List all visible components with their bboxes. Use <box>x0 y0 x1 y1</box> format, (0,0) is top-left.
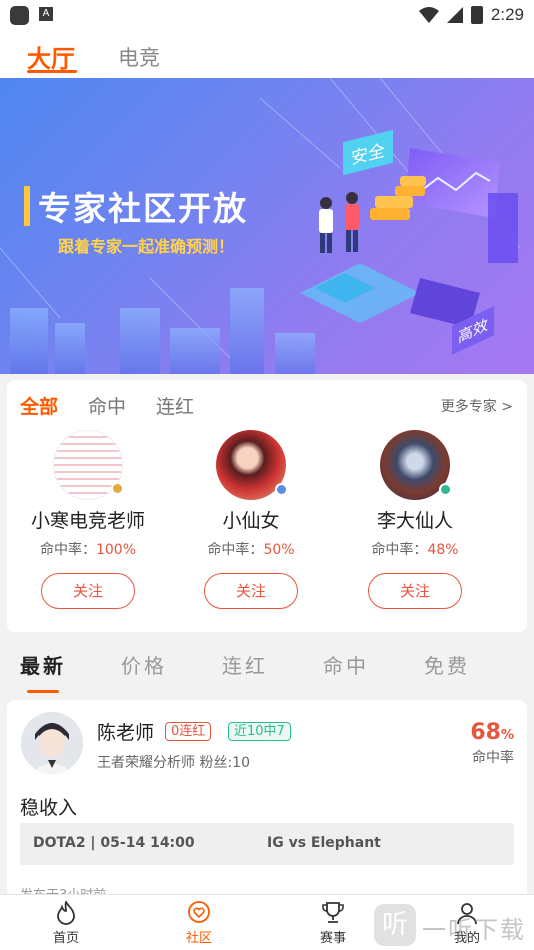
experts-tab-streak[interactable]: 连红 <box>156 392 194 419</box>
recent-record-badge: 近10中7 <box>228 722 291 741</box>
prediction-card[interactable]: 陈老师 0连红 近10中7 王者荣耀分析师 粉丝:10 68% 命中率 稳收入 … <box>7 700 527 900</box>
medal-icon <box>275 483 288 496</box>
nav-home[interactable]: 首页 <box>31 901 101 946</box>
match-league-time: DOTA2 | 05-14 14:00 <box>33 835 195 851</box>
promo-banner[interactable]: 专家社区开放 跟着专家一起准确预测！ 安全 高效 <box>0 78 534 374</box>
flame-icon <box>57 901 75 925</box>
watermark: 听 一听下载 <box>372 900 534 950</box>
expert-hit-rate: 命中率：50% <box>171 539 331 559</box>
nav-home-label: 首页 <box>52 931 79 946</box>
expert-card[interactable]: 小仙女 命中率：50% 关注 <box>171 430 331 609</box>
top-nav: 大厅 电竞 <box>0 30 534 78</box>
tab-streak[interactable]: 连红 <box>222 650 268 679</box>
avatar[interactable] <box>21 712 83 774</box>
avatar[interactable] <box>53 430 124 500</box>
hit-rate: 68% 命中率 <box>470 720 514 767</box>
battery-icon <box>470 6 483 24</box>
follow-button[interactable]: 关注 <box>368 573 462 609</box>
match-teams: IG vs Elephant <box>267 835 381 851</box>
follow-button[interactable]: 关注 <box>41 573 135 609</box>
tab-lobby[interactable]: 大厅 <box>27 39 75 74</box>
author-meta: 王者荣耀分析师 粉丝:10 <box>97 755 250 771</box>
expert-name: 小寒电竞老师 <box>30 510 145 532</box>
expert-name: 李大仙人 <box>376 510 453 532</box>
hit-rate-value: 50% <box>263 542 295 558</box>
watermark-text: 一听下载 <box>422 916 526 944</box>
tab-hit[interactable]: 命中 <box>323 650 369 679</box>
expert-hit-rate: 命中率：100% <box>8 539 168 559</box>
tab-latest[interactable]: 最新 <box>20 650 66 679</box>
author-name[interactable]: 陈老师 <box>97 718 154 745</box>
post-title: 稳收入 <box>20 797 78 819</box>
signal-icon <box>446 7 463 23</box>
avatar[interactable] <box>216 430 288 500</box>
medal-icon <box>111 482 124 495</box>
tab-active-indicator <box>27 70 77 73</box>
app-notification-icon <box>10 6 29 25</box>
watermark-logo: 听 <box>374 904 416 946</box>
more-experts-link[interactable]: 更多专家 > <box>441 396 513 416</box>
nav-community-label: 社区 <box>185 931 212 946</box>
hit-rate-value: 48% <box>427 542 459 558</box>
tab-esports[interactable]: 电竞 <box>118 42 160 72</box>
follow-button[interactable]: 关注 <box>204 573 298 609</box>
match-info: DOTA2 | 05-14 14:00 IG vs Elephant <box>20 823 514 865</box>
text-notification-icon: A <box>39 7 53 21</box>
heart-chat-icon <box>188 901 210 923</box>
expert-name: 小仙女 <box>222 510 280 532</box>
status-bar: A 2:29 <box>0 0 534 30</box>
tab-free[interactable]: 免费 <box>424 650 470 679</box>
expert-card[interactable]: 小寒电竞老师 命中率：100% 关注 <box>8 430 168 609</box>
expert-hit-rate: 命中率：48% <box>335 539 495 559</box>
hit-rate-unit: % <box>500 728 514 743</box>
hit-rate-value: 68 <box>470 720 501 745</box>
banner-title: 专家社区开放 <box>38 189 248 228</box>
banner-subtitle: 跟着专家一起准确预测！ <box>58 237 235 256</box>
experts-tab-all[interactable]: 全部 <box>20 392 58 419</box>
tab-active-indicator <box>27 690 59 693</box>
hit-rate-label: 命中率： <box>371 542 428 558</box>
avatar[interactable] <box>380 430 452 500</box>
streak-badge: 0连红 <box>165 722 212 741</box>
hit-rate-label: 命中率 <box>472 750 514 766</box>
trophy-icon <box>322 902 344 923</box>
nav-community[interactable]: 社区 <box>164 901 234 946</box>
hit-rate-label: 命中率： <box>39 542 96 558</box>
expert-card[interactable]: 李大仙人 命中率：48% 关注 <box>335 430 495 609</box>
feed-tabs: 最新 价格 连红 命中 免费 <box>0 640 534 696</box>
experts-tab-hit[interactable]: 命中 <box>88 392 126 419</box>
tab-price[interactable]: 价格 <box>121 650 167 679</box>
banner-title-bar <box>24 186 30 226</box>
nav-matches[interactable]: 赛事 <box>298 901 368 946</box>
nav-matches-label: 赛事 <box>319 931 346 946</box>
hit-rate-value: 100% <box>95 542 137 558</box>
experts-panel: 全部 命中 连红 更多专家 > 小寒电竞老师 命中率：100% 关注 小仙女 命… <box>7 380 527 632</box>
clock: 2:29 <box>490 5 524 24</box>
hit-rate-label: 命中率： <box>207 542 264 558</box>
wifi-icon <box>418 7 439 23</box>
medal-icon <box>439 483 452 496</box>
